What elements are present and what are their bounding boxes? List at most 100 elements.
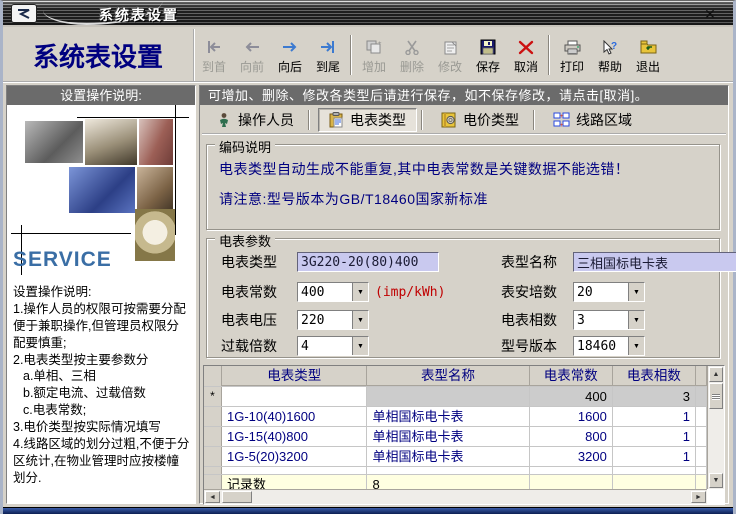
model-name-field[interactable]	[573, 252, 736, 272]
chevron-down-icon[interactable]: ▼	[352, 283, 368, 301]
tab-operators[interactable]: 操作人员	[206, 108, 304, 132]
close-icon[interactable]: ✕	[701, 5, 719, 23]
save-button[interactable]: 保存	[469, 29, 507, 81]
column-header	[695, 366, 707, 386]
titlebar[interactable]: 系统表设置 ✕	[3, 1, 733, 27]
cancel-button[interactable]: 取消	[507, 29, 545, 81]
instruction-line: b.额定电流、过载倍数	[23, 386, 146, 401]
last-record-icon	[318, 38, 338, 56]
tab-bar: 操作人员 电表类型 电价类型 + + 线路区域	[202, 107, 726, 135]
meter-type-field[interactable]	[297, 252, 439, 272]
cell-phases[interactable]: 3	[612, 387, 696, 406]
instruction-line: 4.线路区域的划分过粗,不便于分区统计,在物业管理时应按楼幢划分.	[13, 436, 190, 485]
cell-constant[interactable]: 1600	[530, 407, 613, 426]
scroll-down-icon[interactable]: ▼	[709, 473, 723, 488]
scroll-right-icon[interactable]: ►	[691, 491, 706, 503]
scroll-up-icon[interactable]: ▲	[709, 367, 723, 382]
column-header[interactable]: 电表相数	[612, 366, 696, 386]
toolbar: 系统表设置 到首 向前 向后 到尾 + 增加 删除 修改 保存 取消 打印 ? …	[3, 29, 733, 83]
scissors-icon	[402, 38, 422, 56]
phases-label: 电表相数	[501, 312, 557, 328]
table-row-empty	[204, 467, 707, 475]
cell-model-name[interactable]: 单相国标电卡表	[367, 407, 530, 426]
table-row[interactable]: 1G-5(20)3200 单相国标电卡表 3200 1	[204, 447, 707, 467]
tab-meter-types[interactable]: 电表类型	[318, 108, 417, 132]
cell-model-name[interactable]	[367, 387, 530, 406]
chevron-down-icon[interactable]: ▼	[352, 311, 368, 329]
add-button[interactable]: + 增加	[355, 29, 393, 81]
print-button[interactable]: 打印	[553, 29, 591, 81]
cell-phases[interactable]: 1	[613, 407, 696, 426]
params-group-title: 电表参数	[215, 231, 276, 250]
cell-constant[interactable]: 400	[529, 387, 613, 406]
table-row[interactable]: 1G-15(40)800 单相国标电卡表 800 1	[204, 427, 707, 447]
table-row[interactable]: * 400 3	[204, 387, 707, 407]
cell-meter-type[interactable]: 1G-10(40)1600	[222, 407, 368, 426]
version-combobox[interactable]: 18460 ▼	[573, 336, 645, 356]
meter-types-table: 电表类型 表型名称 电表常数 电表相数 * 400 3 1G-10(40)160…	[203, 365, 725, 505]
toolbar-separator	[350, 35, 352, 75]
modify-button[interactable]: 修改	[431, 29, 469, 81]
cell-phases[interactable]: 1	[613, 427, 696, 446]
sidebar-instructions: 设置操作说明: 1.操作人员的权限可按需要分配便于兼职操作,但管理员权限分配要慎…	[7, 280, 195, 487]
region-diagram-icon: + +	[553, 112, 570, 128]
vertical-scroll-thumb[interactable]	[709, 383, 723, 409]
tab-line-areas[interactable]: + + 线路区域	[543, 108, 642, 132]
overload-combobox[interactable]: 4 ▼	[297, 336, 369, 356]
vertical-scrollbar[interactable]: ▲ ▼	[707, 366, 724, 489]
horizontal-scroll-thumb[interactable]	[222, 491, 252, 503]
floppy-disk-icon	[478, 38, 498, 56]
column-header[interactable]: 电表常数	[529, 366, 613, 386]
ampere-combobox[interactable]: 20 ▼	[573, 282, 645, 302]
prev-record-icon	[242, 38, 262, 56]
help-button[interactable]: ? 帮助	[591, 29, 629, 81]
printer-icon	[562, 38, 582, 56]
voltage-label: 电表电压	[221, 312, 277, 328]
voltage-combobox[interactable]: 220 ▼	[297, 310, 369, 330]
chevron-down-icon[interactable]: ▼	[628, 311, 644, 329]
help-cursor-icon: ?	[600, 38, 620, 56]
first-record-button[interactable]: 到首	[195, 29, 233, 81]
cell-model-name[interactable]: 单相国标电卡表	[367, 427, 530, 446]
chevron-down-icon[interactable]: ▼	[628, 283, 644, 301]
sidebar: 设置操作说明: SERVICE 设置操作说明: 1.操作人员的权限可按需要分配便…	[6, 85, 196, 504]
app-window: 系统表设置 ✕ 系统表设置 到首 向前 向后 到尾 + 增加 删除 修改 保存 …	[0, 0, 736, 514]
last-record-button[interactable]: 到尾	[309, 29, 347, 81]
horizontal-scrollbar[interactable]: ◄ ►	[204, 489, 707, 504]
ampere-label: 表安培数	[501, 284, 557, 300]
instruction-line: a.单相、三相	[23, 369, 96, 384]
cell-phases[interactable]: 1	[613, 447, 696, 466]
cell-constant[interactable]: 800	[530, 427, 613, 446]
tab-separator	[308, 110, 310, 130]
column-header[interactable]: 电表类型	[222, 366, 368, 386]
edit-note-icon	[440, 38, 460, 56]
cell-meter-type[interactable]: 1G-15(40)800	[222, 427, 368, 446]
cell-model-name[interactable]: 单相国标电卡表	[367, 447, 530, 466]
row-selector[interactable]: *	[204, 387, 222, 406]
svg-text:?: ?	[611, 41, 617, 52]
svg-text:+: +	[560, 114, 564, 120]
column-header[interactable]: 表型名称	[367, 366, 530, 386]
meter-constant-combobox[interactable]: 400 ▼	[297, 282, 369, 302]
prev-record-button[interactable]: 向前	[233, 29, 271, 81]
chevron-down-icon[interactable]: ▼	[628, 337, 644, 355]
next-record-button[interactable]: 向后	[271, 29, 309, 81]
cell-meter-type[interactable]: 1G-5(20)3200	[222, 447, 368, 466]
meter-type-label: 电表类型	[221, 254, 277, 270]
row-selector[interactable]	[204, 447, 222, 466]
delete-button[interactable]: 删除	[393, 29, 431, 81]
row-selector[interactable]	[204, 427, 222, 446]
clipboard-icon	[329, 112, 344, 128]
instruction-line: 3.电价类型按实际情况填写	[13, 420, 161, 434]
cell-meter-type[interactable]	[222, 387, 368, 406]
tab-price-types[interactable]: 电价类型	[431, 108, 529, 132]
table-row[interactable]: 1G-10(40)1600 单相国标电卡表 1600 1	[204, 407, 707, 427]
row-selector[interactable]	[204, 407, 222, 426]
cell-constant[interactable]: 3200	[530, 447, 613, 466]
scroll-left-icon[interactable]: ◄	[205, 491, 220, 503]
meter-constant-unit: (imp/kWh)	[375, 284, 446, 300]
exit-button[interactable]: 退出	[629, 29, 667, 81]
app-logo-icon	[11, 4, 37, 23]
chevron-down-icon[interactable]: ▼	[352, 337, 368, 355]
phases-combobox[interactable]: 3 ▼	[573, 310, 645, 330]
